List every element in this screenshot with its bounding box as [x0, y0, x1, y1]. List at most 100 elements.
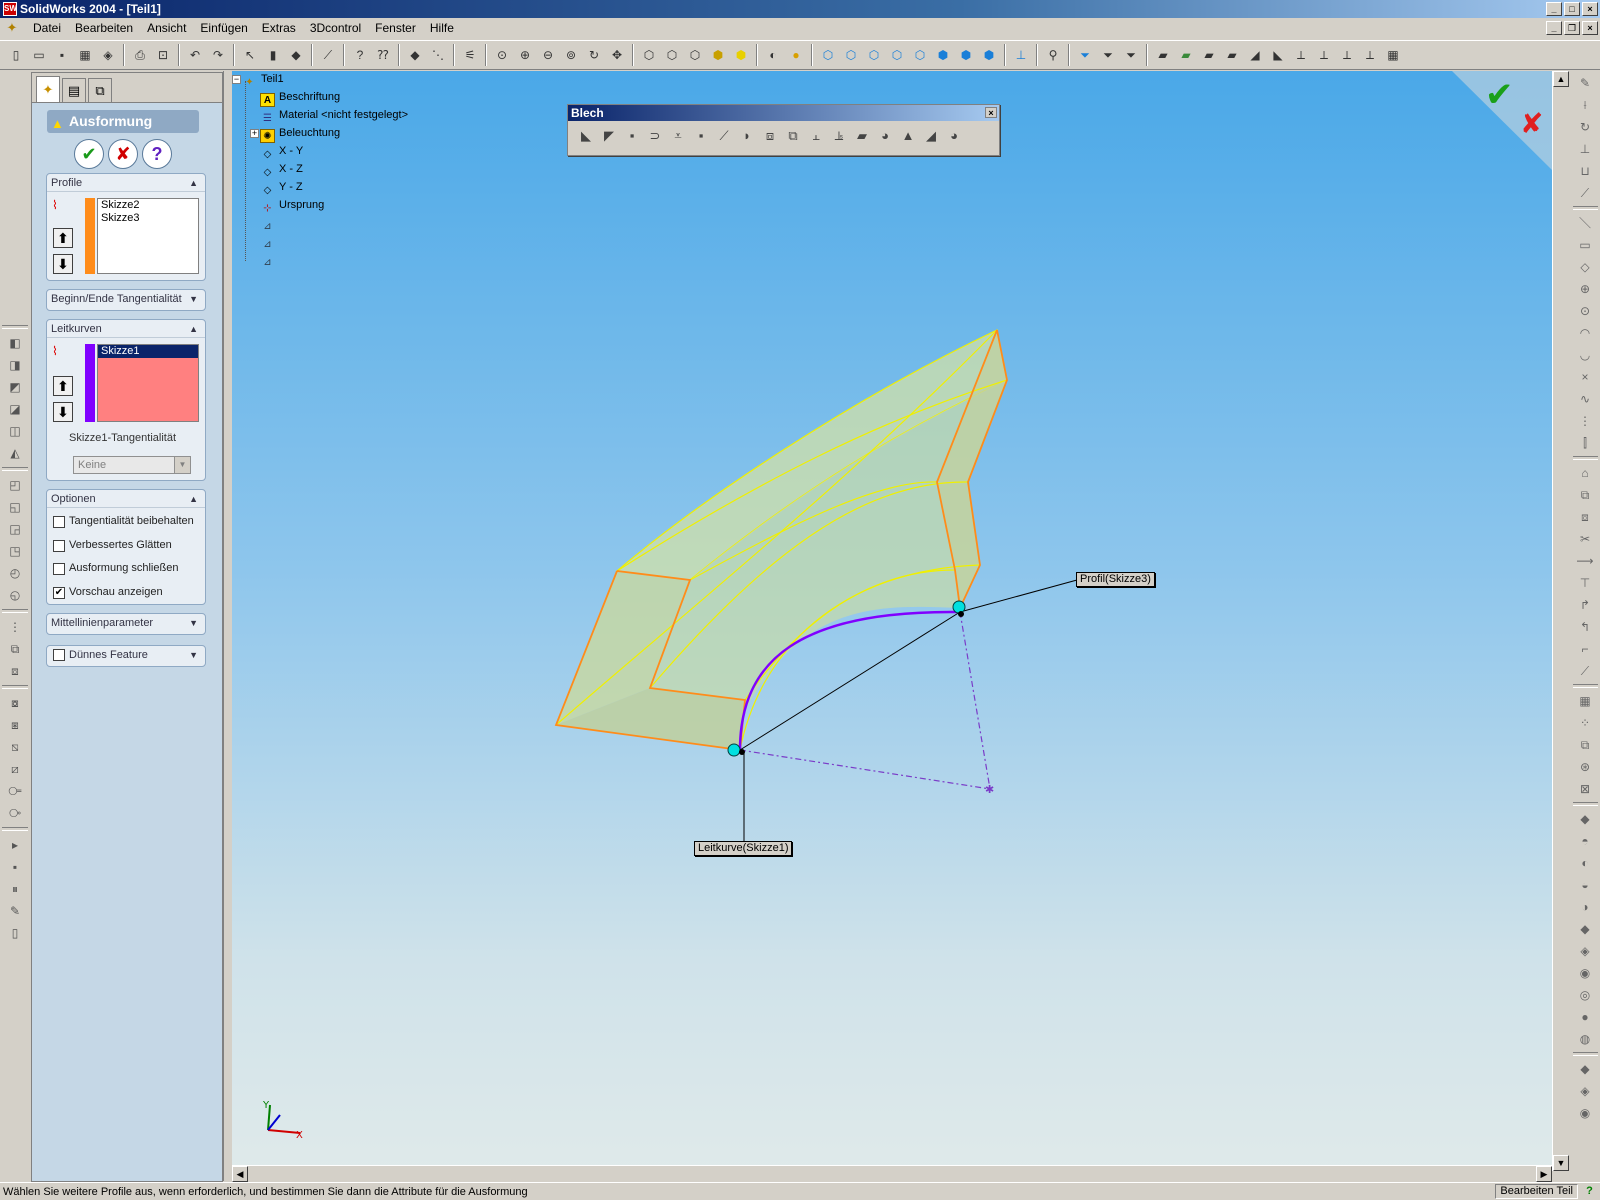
extra-tool-icon[interactable]: ◆: [1574, 1059, 1596, 1079]
print-icon[interactable]: ⎙: [130, 45, 150, 65]
save-icon[interactable]: ▪: [52, 45, 72, 65]
trim-icon[interactable]: ✂: [1574, 529, 1596, 549]
scroll-down-icon[interactable]: ▼: [1553, 1155, 1569, 1171]
feature-extrude-icon[interactable]: ▰: [1153, 45, 1173, 65]
profile-callout[interactable]: Profil(Skizze3): [1076, 572, 1155, 587]
panel-splitter[interactable]: [223, 71, 232, 1181]
shadow-icon[interactable]: ◐: [763, 45, 783, 65]
extra-tool-icon[interactable]: ◉: [1574, 1103, 1596, 1123]
view-front-icon[interactable]: ⬡: [818, 45, 838, 65]
move-entities-icon[interactable]: ⟋: [1574, 661, 1596, 681]
polygon-tool-icon[interactable]: ◇: [1574, 257, 1596, 277]
spline-tool-icon[interactable]: ∿: [1574, 389, 1596, 409]
guide-curves-group-header[interactable]: Leitkurven ▲: [47, 320, 205, 338]
dimension-icon[interactable]: ⊔: [1574, 161, 1596, 181]
curve-project-icon[interactable]: ⧈: [4, 661, 26, 681]
connector-point[interactable]: [727, 743, 741, 757]
tangent-arc-icon[interactable]: ◠: [1574, 323, 1596, 343]
move-down-button[interactable]: ⬇: [53, 402, 73, 422]
rectangle-tool-icon[interactable]: ▭: [1574, 235, 1596, 255]
fillet-sketch-icon[interactable]: ⌂: [1574, 463, 1596, 483]
view-right-icon[interactable]: ⬡: [887, 45, 907, 65]
new-icon[interactable]: ▯: [6, 45, 26, 65]
tangency-keep-checkbox[interactable]: [53, 516, 65, 528]
thin-feature-group-header[interactable]: Dünnes Feature ▼: [47, 646, 205, 664]
three-point-arc-icon[interactable]: ◡: [1574, 345, 1596, 365]
cancel-button[interactable]: ✘: [108, 139, 138, 169]
property-manager-tab[interactable]: ▤: [62, 78, 86, 102]
surface-revolve-icon[interactable]: ◨: [4, 355, 26, 375]
forming-tool-icon[interactable]: ▲: [898, 126, 918, 146]
options-group-header[interactable]: Optionen ▲: [47, 490, 205, 508]
curve-spline-icon[interactable]: ⧃: [4, 781, 26, 801]
zoom-area-icon[interactable]: ⊕: [515, 45, 535, 65]
feature-hole-icon[interactable]: ⟂: [1360, 45, 1380, 65]
smart-dimension-icon[interactable]: ⟊: [1574, 95, 1596, 115]
horizontal-scrollbar[interactable]: ◀ ▶: [232, 1165, 1552, 1182]
view-top-icon[interactable]: ⬡: [910, 45, 930, 65]
hem-icon[interactable]: ⊃: [645, 126, 665, 146]
move-up-button[interactable]: ⬆: [53, 228, 73, 248]
measure-tool-icon[interactable]: ⟋: [1574, 183, 1596, 203]
sketch-tool-icon[interactable]: ✎: [1574, 73, 1596, 93]
point-icon[interactable]: ◆: [405, 45, 425, 65]
undo-icon[interactable]: ↶: [185, 45, 205, 65]
ref-point-icon[interactable]: ◒: [1574, 875, 1596, 895]
convert-entities-icon[interactable]: ⧈: [1574, 507, 1596, 527]
connector-point[interactable]: [952, 600, 966, 614]
surface-extend-icon[interactable]: ◲: [4, 519, 26, 539]
guide-tangency-select[interactable]: Keine ▼: [73, 456, 191, 474]
offset-entities-icon[interactable]: ⧉: [1574, 485, 1596, 505]
doc-restore-button[interactable]: ❐: [1564, 21, 1580, 35]
scroll-right-icon[interactable]: ▶: [1536, 1166, 1552, 1182]
curve-split-icon[interactable]: ⧉: [4, 639, 26, 659]
curve-tool-icon[interactable]: ◆: [1574, 919, 1596, 939]
surface-offset-icon[interactable]: ◫: [4, 421, 26, 441]
list-item[interactable]: Skizze1: [98, 345, 198, 358]
solidworks-logo-icon[interactable]: ✦: [4, 20, 20, 36]
feature-rib-icon[interactable]: ⟂: [1291, 45, 1311, 65]
closed-corner-icon[interactable]: ⟋: [714, 126, 734, 146]
normal-to-icon[interactable]: ⊥: [1011, 45, 1031, 65]
feature-draft-icon[interactable]: ⟂: [1337, 45, 1357, 65]
menu-ansicht[interactable]: Ansicht: [140, 18, 193, 38]
ref-coord-icon[interactable]: ◐: [1574, 853, 1596, 873]
surface-tool-icon[interactable]: ◈: [1574, 941, 1596, 961]
menu-hilfe[interactable]: Hilfe: [423, 18, 461, 38]
unfold-icon[interactable]: ◕: [875, 126, 895, 146]
surface-fill-icon[interactable]: ◴: [4, 563, 26, 583]
open-icon[interactable]: ▭: [29, 45, 49, 65]
sketch-icon[interactable]: ⟋: [318, 45, 338, 65]
base-flange-icon[interactable]: ◣: [576, 126, 596, 146]
repair-icon[interactable]: ⊠: [1574, 779, 1596, 799]
make-drawing-icon[interactable]: ▦: [75, 45, 95, 65]
doc-minimize-button[interactable]: _: [1546, 21, 1562, 35]
feature-pattern-icon[interactable]: ▦: [1383, 45, 1403, 65]
measure-icon[interactable]: ⚟: [460, 45, 480, 65]
realview-icon[interactable]: ●: [786, 45, 806, 65]
filter-faces-icon[interactable]: ⏷: [1121, 45, 1141, 65]
move-up-button[interactable]: ⬆: [53, 376, 73, 396]
menu-einfuegen[interactable]: Einfügen: [193, 18, 254, 38]
curve-pattern-icon[interactable]: ⋮: [4, 617, 26, 637]
split-icon[interactable]: ⊤: [1574, 573, 1596, 593]
center-arc-icon[interactable]: ⊙: [1574, 301, 1596, 321]
surface-knit-icon[interactable]: ◰: [4, 475, 26, 495]
surface-trim-icon[interactable]: ◳: [4, 541, 26, 561]
sphere-icon[interactable]: ●: [1574, 1007, 1596, 1027]
curve-composite-icon[interactable]: ⧇: [4, 693, 26, 713]
extend-icon[interactable]: ⟶: [1574, 551, 1596, 571]
expand-arrow-icon[interactable]: ▼: [189, 290, 198, 308]
edge-flange-icon[interactable]: ◤: [599, 126, 619, 146]
menu-fenster[interactable]: Fenster: [368, 18, 423, 38]
curve-points-icon[interactable]: ⧄: [4, 759, 26, 779]
grid-icon[interactable]: ▦: [1574, 691, 1596, 711]
ref-plane-icon[interactable]: ◆: [1574, 809, 1596, 829]
close-loft-checkbox[interactable]: [53, 563, 65, 575]
surface-sweep-icon[interactable]: ◩: [4, 377, 26, 397]
help-button[interactable]: ?: [142, 139, 172, 169]
snap-icon[interactable]: ⁘: [1574, 713, 1596, 733]
guide-callout[interactable]: Leitkurve(Skizze1): [694, 841, 793, 856]
thicken-icon[interactable]: ◉: [1574, 963, 1596, 983]
circular-pattern-icon[interactable]: ⌐: [1574, 639, 1596, 659]
